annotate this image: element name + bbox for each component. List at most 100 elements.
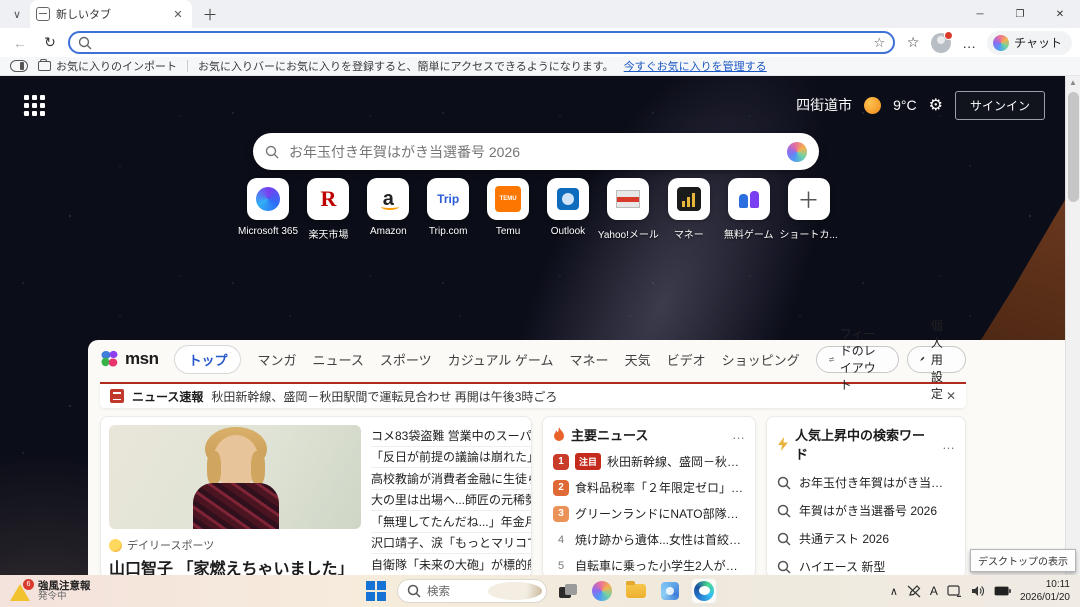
msn-tab-video[interactable]: ビデオ — [667, 350, 706, 369]
new-tab-button[interactable]: ＋ — [198, 2, 222, 26]
folder-icon — [38, 61, 51, 71]
hero-search-input[interactable] — [289, 144, 777, 160]
list-item[interactable]: 高校教諭が消費者金融に生徒らの情... — [371, 468, 532, 490]
battery-icon[interactable] — [994, 586, 1011, 596]
photos-icon — [661, 582, 679, 600]
photos-app-button[interactable] — [657, 578, 683, 604]
search-icon — [777, 476, 791, 490]
shortcut-microsoft-365[interactable]: Microsoft 365 — [238, 178, 298, 241]
back-button[interactable]: ← — [8, 31, 32, 55]
msn-tab-weather[interactable]: 天気 — [625, 350, 651, 369]
copilot-icon[interactable] — [787, 142, 807, 162]
app-launcher-icon[interactable] — [24, 95, 45, 116]
weather-temperature[interactable]: 9°C — [893, 97, 917, 113]
window-close-button[interactable]: ✕ — [1040, 0, 1080, 28]
browser-menu-icon[interactable]: … — [957, 31, 981, 55]
divider — [187, 60, 188, 72]
tab-search-dropdown-icon[interactable]: ∨ — [4, 4, 30, 24]
window-minimize-button[interactable]: ─ — [960, 0, 1000, 28]
hero-article[interactable]: デイリースポーツ 山口智子 「家燃えちゃいました」 スーツケース1... — [109, 425, 361, 570]
edge-button[interactable] — [691, 578, 717, 604]
favorites-import-button[interactable]: お気に入りのインポート — [38, 58, 177, 74]
taskbar-search-box[interactable]: 検索 — [397, 579, 547, 603]
flame-icon — [553, 427, 565, 442]
list-item[interactable]: コメ83袋盗難 営業中のスーパーから — [371, 425, 532, 447]
breaking-news-ticker[interactable]: ニュース速報 秋田新幹線、盛岡－秋田駅間で運転見合わせ 再開は午後3時ごろ ✕ — [100, 382, 966, 408]
list-item[interactable]: ハイエース 新型 — [777, 558, 955, 575]
msn-tab-manga[interactable]: マンガ — [257, 350, 296, 369]
address-input[interactable] — [98, 36, 867, 50]
list-item[interactable]: 大の里は出場へ...師匠の元稀勢の里... — [371, 490, 532, 512]
list-item[interactable]: 5 自転車に乗った小学生2人がワンボッ... — [553, 557, 745, 574]
add-shortcut-icon: ＋ — [788, 178, 830, 220]
shortcut-yahoo-mail[interactable]: Yahoo!メール — [598, 178, 658, 241]
tab-close-icon[interactable]: ✕ — [170, 6, 186, 22]
sidebar-toggle-icon[interactable] — [10, 60, 28, 72]
address-bar[interactable]: ☆ — [68, 31, 895, 54]
list-item[interactable]: 1 注目 秋田新幹線、盛岡－秋田駅間... — [553, 453, 745, 470]
window-restore-button[interactable]: ❐ — [1000, 0, 1040, 28]
msn-tab-sports[interactable]: スポーツ — [380, 350, 432, 369]
hero-search-box[interactable] — [253, 133, 819, 170]
start-button[interactable] — [363, 578, 389, 604]
card-menu-icon[interactable]: … — [942, 437, 955, 452]
taskbar-weather-widget[interactable]: 6 強風注意報 発令中 — [0, 575, 101, 607]
list-item[interactable]: 年賀はがき当選番号 2026 — [777, 502, 955, 519]
personalize-button[interactable]: 個人用設定 — [907, 346, 966, 373]
scrollbar-thumb[interactable] — [1068, 92, 1079, 202]
shortcut-money[interactable]: マネー — [659, 178, 718, 241]
refresh-button[interactable]: ↻ — [38, 31, 62, 55]
tray-chevron-up-icon[interactable]: ∧ — [890, 585, 898, 598]
page-scrollbar[interactable]: ▲ — [1065, 76, 1080, 575]
favorites-import-label: お気に入りのインポート — [56, 58, 177, 74]
manage-favorites-link[interactable]: 今すぐお気に入りを管理する — [624, 58, 767, 74]
task-view-button[interactable] — [555, 578, 581, 604]
list-item[interactable]: 共通テスト 2026 — [777, 530, 955, 547]
copilot-chat-button[interactable]: チャット — [987, 31, 1072, 55]
list-item[interactable]: 「無理してたんだね...」年金月16万... — [371, 511, 532, 533]
msn-tab-casual-games[interactable]: カジュアル ゲーム — [448, 350, 554, 369]
favorite-star-icon[interactable]: ☆ — [873, 35, 885, 51]
settings-gear-icon[interactable]: ⚙ — [929, 95, 943, 115]
list-item[interactable]: 4 焼け跡から遺体...女性は首絞められ... — [553, 531, 745, 548]
free-games-icon — [728, 178, 770, 220]
ticker-close-icon[interactable]: ✕ — [946, 389, 956, 403]
breaking-news-text[interactable]: 秋田新幹線、盛岡－秋田駅間で運転見合わせ 再開は午後3時ごろ — [211, 388, 938, 405]
file-explorer-button[interactable] — [623, 578, 649, 604]
pen-disabled-icon[interactable] — [907, 585, 921, 598]
msn-tab-shopping[interactable]: ショッピング — [722, 350, 800, 369]
tab-new-tab[interactable]: 新しいタブ ✕ — [30, 0, 192, 28]
shortcut-amazon[interactable]: a Amazon — [359, 178, 418, 241]
copilot-taskbar-button[interactable] — [589, 578, 615, 604]
sign-in-button[interactable]: サインイン — [955, 91, 1045, 120]
msn-logo[interactable]: msn — [100, 349, 158, 369]
list-item[interactable]: 「反日が前提の議論は崩れた」韓国... — [371, 447, 532, 469]
card-menu-icon[interactable]: … — [732, 427, 745, 442]
ime-mode-indicator[interactable]: A — [930, 584, 938, 598]
shortcut-rakuten[interactable]: R 楽天市場 — [299, 178, 358, 241]
list-item[interactable]: 沢口靖子、涙「もっとマリコでいた... — [371, 533, 532, 555]
weather-location[interactable]: 四街道市 — [796, 95, 852, 115]
new-tab-page: 四街道市 9°C ⚙ サインイン Microsoft 365 R 楽天市場 a … — [0, 76, 1080, 575]
profile-avatar[interactable] — [931, 33, 951, 53]
msn-tab-news[interactable]: ニュース — [313, 350, 364, 369]
shortcut-outlook[interactable]: Outlook — [539, 178, 598, 241]
touch-keyboard-icon[interactable] — [947, 585, 962, 597]
shortcut-add[interactable]: ＋ ショートカ... — [779, 178, 838, 241]
list-item[interactable]: 2 食料品税率「２年限定ゼロ」検討、... — [553, 479, 745, 496]
taskbar-clock[interactable]: 10:11 2026/01/20 — [1020, 578, 1070, 604]
scrollbar-up-icon[interactable]: ▲ — [1066, 78, 1080, 87]
list-item[interactable]: 3 グリーンランドにNATO部隊配置を提... — [553, 505, 745, 522]
shortcut-free-games[interactable]: 無料ゲーム — [719, 178, 778, 241]
hero-headline[interactable]: 山口智子 「家燃えちゃいました」 スーツケース1... — [109, 559, 361, 575]
sun-icon — [864, 97, 881, 114]
list-item[interactable]: 自衛隊「未来の大砲」が標的船をブ... — [371, 554, 532, 575]
list-item[interactable]: お年玉付き年賀はがき当選番号 2... — [777, 474, 955, 491]
shortcut-trip-com[interactable]: Trip Trip.com — [419, 178, 478, 241]
favorites-collection-icon[interactable]: ☆ — [901, 31, 925, 55]
shortcut-temu[interactable]: TEMU Temu — [479, 178, 538, 241]
feed-layout-button[interactable]: フィードのレイアウト — [816, 346, 900, 373]
volume-icon[interactable] — [971, 585, 985, 597]
msn-tab-top[interactable]: トップ — [174, 345, 241, 374]
msn-tab-money[interactable]: マネー — [570, 350, 609, 369]
